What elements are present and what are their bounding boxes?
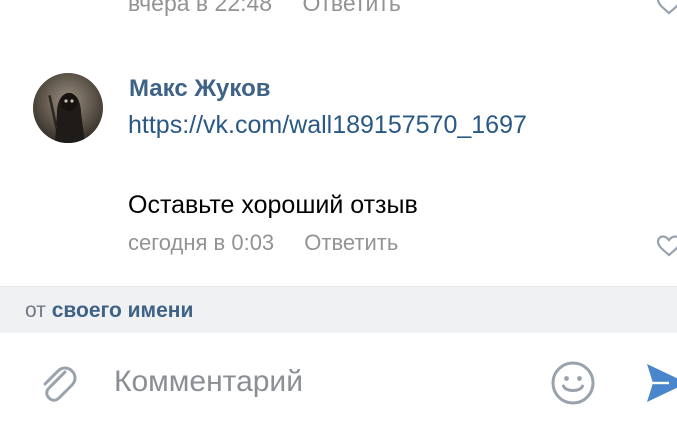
comment-time: сегодня в 0:03 [128,230,275,255]
comment-meta: сегодня в 0:03 Ответить [128,230,398,256]
paperclip-icon[interactable] [35,360,79,406]
send-icon[interactable] [645,362,677,404]
reply-button[interactable]: Ответить [304,230,398,255]
smiley-icon[interactable] [550,360,596,406]
comment-input[interactable] [114,360,524,404]
post-as-prefix: от [25,299,46,322]
comment-text: Оставьте хороший отзыв [128,191,418,219]
previous-comment-meta: вчера в 22:48 Ответить [128,0,401,16]
post-as-bar[interactable]: от своего имени [0,286,677,333]
comments-screen: вчера в 22:48 Ответить Макс Жуков https:… [0,0,677,430]
heart-icon[interactable] [656,0,677,16]
avatar[interactable] [33,73,103,143]
previous-comment-time: вчера в 22:48 [128,0,273,16]
comment-link[interactable]: https://vk.com/wall189157570_1697 [128,111,527,140]
comment-author[interactable]: Макс Жуков [129,75,271,103]
previous-reply-button[interactable]: Ответить [303,0,401,16]
post-as-name[interactable]: своего имени [52,299,194,322]
post-as-label: от своего имени [25,299,193,323]
heart-icon[interactable] [656,234,677,258]
